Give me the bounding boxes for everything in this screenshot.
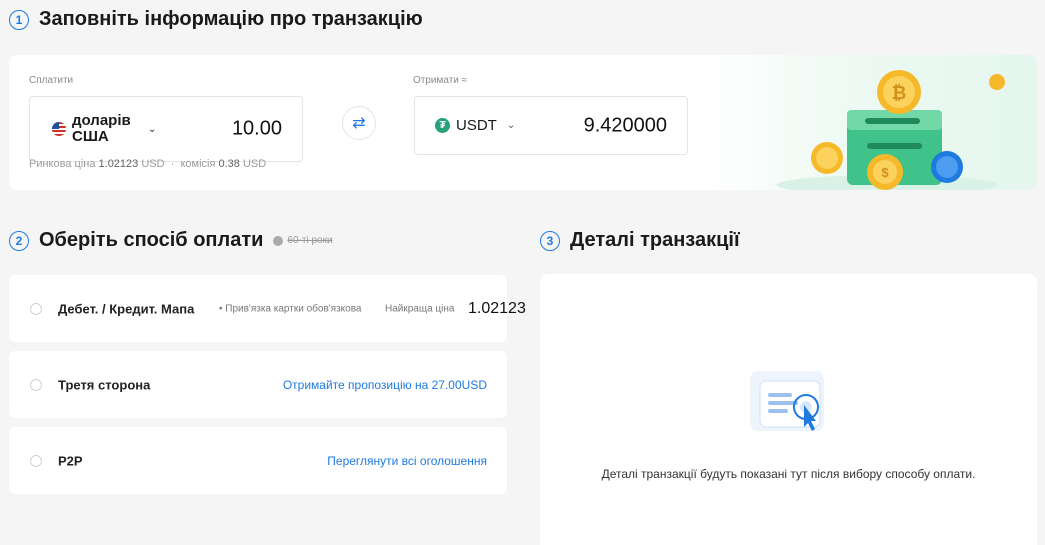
step-number: 1 bbox=[9, 9, 29, 30]
step-title: Оберіть спосіб оплати bbox=[39, 229, 264, 251]
transaction-info-panel: Сплатити доларів США ⌄ 10.00 Ринкова цін… bbox=[9, 55, 1037, 190]
method-title: Третя сторона bbox=[58, 377, 151, 392]
svg-text:₿: ₿ bbox=[892, 83, 907, 103]
timer-badge: 60-ті роки bbox=[273, 235, 333, 246]
method-title: P2P bbox=[58, 453, 83, 468]
step-number: 2 bbox=[9, 230, 29, 251]
method-card[interactable]: Дебет. / Кредит. Мапа • Прив'язка картки… bbox=[9, 275, 526, 342]
method-title: Дебет. / Кредит. Мапа bbox=[58, 301, 195, 316]
offer-link[interactable]: Отримайте пропозицію на 27.00USD bbox=[283, 378, 487, 392]
pay-amount-input[interactable]: 10.00 bbox=[232, 118, 282, 141]
receive-currency-select[interactable]: ₮ USDT ⌄ bbox=[435, 117, 515, 134]
pay-label: Сплатити bbox=[29, 75, 74, 86]
svg-text:$: $ bbox=[881, 165, 889, 180]
radio-button[interactable] bbox=[30, 454, 42, 467]
tether-icon: ₮ bbox=[435, 118, 450, 133]
receive-amount-box[interactable]: ₮ USDT ⌄ 9.420000 bbox=[414, 96, 688, 155]
transaction-details-panel: Деталі транзакції будуть показані тут пі… bbox=[540, 274, 1037, 545]
method-card[interactable]: P2P Переглянути всі оголошення bbox=[9, 427, 507, 494]
fee-unit: USD bbox=[242, 158, 267, 170]
best-price-value: 1.02123 bbox=[468, 299, 526, 317]
step-title: Заповніть інформацію про транзакцію bbox=[39, 8, 423, 30]
chevron-down-icon: ⌄ bbox=[148, 123, 157, 135]
details-placeholder-text: Деталі транзакції будуть показані тут пі… bbox=[601, 467, 976, 481]
timer-text: 60-ті роки bbox=[287, 235, 333, 246]
pay-currency-label: доларів США bbox=[72, 112, 131, 145]
rate-fee-line: Ринкова ціна 1.02123 USD · комісія 0.38 … bbox=[29, 158, 267, 170]
radio-button[interactable] bbox=[30, 378, 42, 391]
document-pointer-icon bbox=[750, 371, 824, 431]
pay-amount-box[interactable]: доларів США ⌄ 10.00 bbox=[29, 96, 303, 162]
swap-currencies-button[interactable]: ⇄ bbox=[342, 106, 376, 140]
fee-label: комісія bbox=[180, 158, 216, 170]
method-card[interactable]: Третя сторона Отримайте пропозицію на 27… bbox=[9, 351, 507, 418]
step-1-heading: 1 Заповніть інформацію про транзакцію bbox=[9, 8, 423, 31]
view-ads-link[interactable]: Переглянути всі оголошення bbox=[327, 454, 487, 468]
step-title: Деталі транзакції bbox=[570, 229, 740, 251]
us-flag-icon bbox=[52, 122, 66, 136]
step-2-heading: 2 Оберіть спосіб оплати 60-ті роки bbox=[9, 229, 333, 252]
receive-currency-label: USDT bbox=[456, 117, 497, 134]
pay-currency-select[interactable]: доларів США ⌄ bbox=[52, 113, 156, 145]
radio-button[interactable] bbox=[30, 302, 42, 315]
receive-amount-value: 9.420000 bbox=[583, 114, 667, 136]
step-number: 3 bbox=[540, 230, 560, 251]
receive-label: Отримати ≈ bbox=[413, 75, 468, 86]
method-note: • Прив'язка картки обов'язкова bbox=[219, 303, 362, 314]
best-price-label: Найкраща ціна bbox=[385, 303, 455, 314]
swap-icon: ⇄ bbox=[352, 115, 366, 132]
market-price-value: 1.02123 bbox=[98, 158, 139, 170]
crypto-illustration: ₿ $ bbox=[707, 55, 1037, 190]
step-3-heading: 3 Деталі транзакції bbox=[540, 229, 740, 252]
fee-value: 0.38 bbox=[218, 158, 240, 170]
clock-icon bbox=[273, 235, 284, 246]
market-price-label: Ринкова ціна bbox=[29, 158, 96, 170]
chevron-down-icon: ⌄ bbox=[506, 120, 516, 131]
market-price-unit: USD bbox=[141, 158, 165, 170]
